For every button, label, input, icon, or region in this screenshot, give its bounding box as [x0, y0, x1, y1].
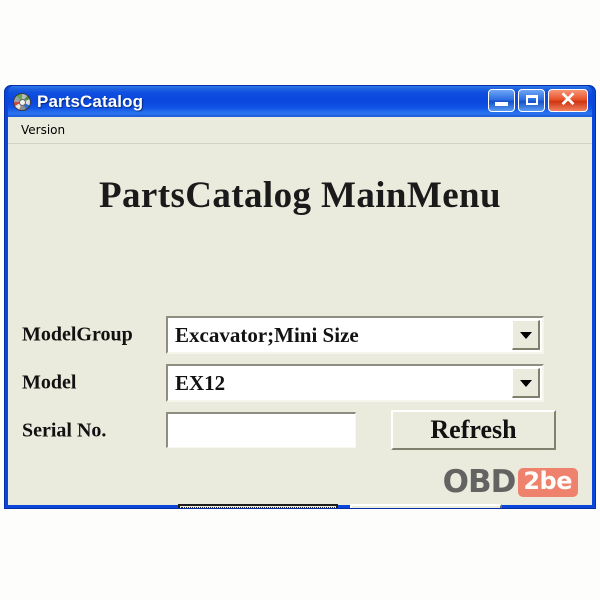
label-modelgroup: ModelGroup: [22, 323, 133, 346]
parts-catalog-disc-icon: [13, 92, 31, 111]
refresh-button[interactable]: Refresh: [391, 410, 556, 450]
menu-item-version[interactable]: Version: [17, 121, 69, 139]
title-bar[interactable]: PartsCatalog ✕: [8, 86, 592, 117]
minimize-button[interactable]: [488, 89, 515, 112]
modelgroup-combobox[interactable]: Excavator;Mini Size: [166, 316, 544, 354]
chevron-down-icon[interactable]: [512, 320, 540, 350]
model-value: EX12: [175, 370, 226, 395]
field-row-modelgroup: ModelGroup Excavator;Mini Size: [8, 316, 592, 354]
menu-bar: Version: [8, 117, 592, 144]
watermark-badge-2be: 2be: [518, 468, 578, 497]
label-serial-no: Serial No.: [22, 419, 107, 442]
exit-button[interactable]: Exit: [350, 504, 502, 508]
serial-no-input[interactable]: [166, 412, 356, 448]
obd2be-watermark: OBD 2be: [443, 467, 578, 498]
model-combobox[interactable]: EX12: [166, 364, 544, 402]
next-button-default-frame: Next: [178, 504, 338, 508]
watermark-text-obd: OBD: [442, 464, 517, 500]
parts-catalog-window: PartsCatalog ✕ Version PartsCatalog Main…: [4, 85, 596, 509]
client-area: Version PartsCatalog MainMenu ModelGroup…: [8, 117, 592, 508]
field-row-model: Model EX12: [8, 364, 592, 402]
next-button[interactable]: Next: [181, 507, 335, 508]
window-title: PartsCatalog: [37, 91, 144, 111]
page-title: PartsCatalog MainMenu: [99, 175, 501, 216]
main-form: PartsCatalog MainMenu ModelGroup Excavat…: [8, 144, 592, 508]
close-button[interactable]: ✕: [548, 89, 588, 112]
close-icon: ✕: [559, 89, 577, 111]
maximize-button[interactable]: [518, 89, 545, 112]
label-model: Model: [22, 371, 77, 394]
modelgroup-value: Excavator;Mini Size: [175, 322, 359, 347]
window-controls: ✕: [488, 89, 588, 112]
chevron-down-icon[interactable]: [512, 368, 540, 398]
